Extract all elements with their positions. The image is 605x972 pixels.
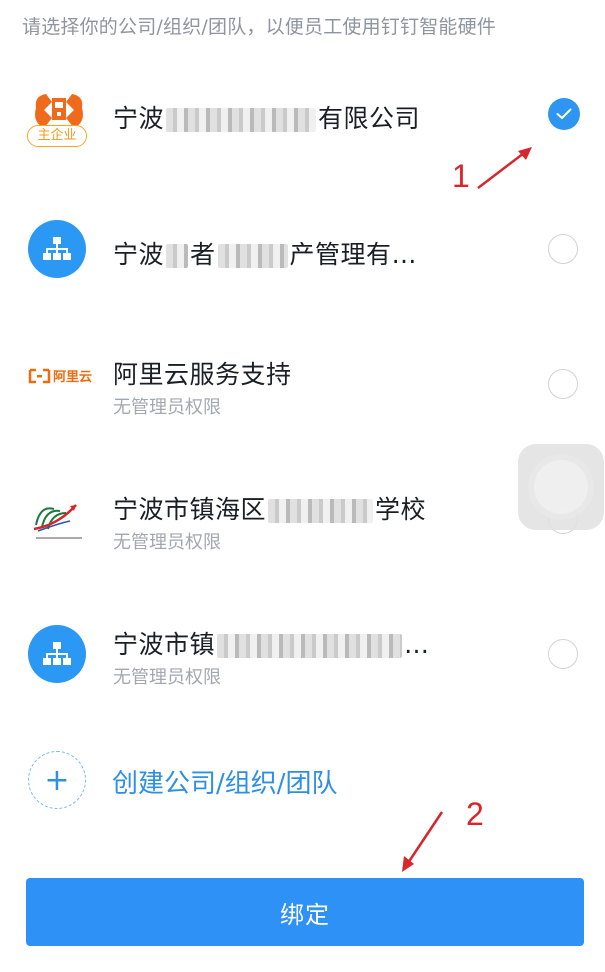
org-item-5[interactable]: 宁波市镇 … 无管理员权限 <box>0 595 605 715</box>
org-name-2-tail: 产管理有… <box>289 240 418 269</box>
org-name-3: 阿里云服务支持 <box>113 360 292 389</box>
plus-icon: + <box>28 751 86 809</box>
org-chart-icon <box>28 220 86 278</box>
create-org-row[interactable]: + 创建公司/组织/团队 <box>0 745 605 815</box>
org-radio-1-checked[interactable] <box>548 98 580 130</box>
org-logo-2 <box>28 220 88 280</box>
redacted-blur <box>217 244 288 268</box>
org-radio-2[interactable] <box>548 234 578 264</box>
org-permission-4: 无管理员权限 <box>113 532 221 553</box>
redacted-blur <box>166 108 317 132</box>
annotation-arrow-1 <box>477 147 532 189</box>
school-logo <box>30 495 90 545</box>
org-logo-5 <box>28 625 88 685</box>
assistive-touch-button[interactable] <box>518 444 604 530</box>
org-permission-5: 无管理员权限 <box>113 667 221 688</box>
org-radio-5[interactable] <box>548 639 578 669</box>
main-enterprise-badge: 主企业 <box>27 125 87 147</box>
redacted-blur <box>166 244 189 268</box>
org-name-2-mid: 者 <box>190 240 216 269</box>
org-name-5-suffix: … <box>404 630 430 659</box>
org-name-1-suffix: 有限公司 <box>318 104 421 133</box>
org-name-4: 宁波市镇海区 学校 <box>113 490 426 526</box>
org-chart-icon <box>28 625 86 683</box>
org-item-3[interactable]: 阿里云 阿里云服务支持 无管理员权限 <box>0 325 605 445</box>
school-logo-icon <box>33 504 82 539</box>
redacted-blur <box>268 499 374 523</box>
bind-button[interactable]: 绑定 <box>26 878 584 946</box>
org-name-4-prefix: 宁波市镇海区 <box>113 495 267 524</box>
org-name-5: 宁波市镇 … <box>113 625 430 661</box>
assistive-touch-inner <box>534 460 588 514</box>
org-name-2: 宁波者 产管理有… <box>113 235 417 271</box>
org-item-2[interactable]: 宁波者 产管理有… <box>0 190 605 310</box>
org-permission-3: 无管理员权限 <box>113 397 221 418</box>
instruction-text: 请选择你的公司/组织/团队，以便员工使用钉钉智能硬件 <box>22 16 497 38</box>
redacted-blur <box>217 634 403 658</box>
aliyun-logo-text: 阿里云 <box>53 370 93 385</box>
org-name-1-prefix: 宁波 <box>113 104 165 133</box>
annotation-arrow-2 <box>402 811 444 872</box>
aliyun-logo: 阿里云 <box>28 365 93 391</box>
org-select-screen: 请选择你的公司/组织/团队，以便员工使用钉钉智能硬件 主企业 宁波 有限公司 宁… <box>0 0 605 972</box>
org-name-2-prefix: 宁波 <box>113 240 165 269</box>
annotation-number-2: 2 <box>466 796 484 832</box>
org-name-4-suffix: 学校 <box>375 495 427 524</box>
org-name-1: 宁波 有限公司 <box>113 99 420 135</box>
create-org-label: 创建公司/组织/团队 <box>112 769 338 799</box>
org-name-5-prefix: 宁波市镇 <box>113 630 216 659</box>
check-icon <box>556 108 572 119</box>
org-radio-3[interactable] <box>548 369 578 399</box>
annotation-number-1: 1 <box>452 158 470 194</box>
org-item-4[interactable]: 宁波市镇海区 学校 无管理员权限 <box>0 460 605 580</box>
